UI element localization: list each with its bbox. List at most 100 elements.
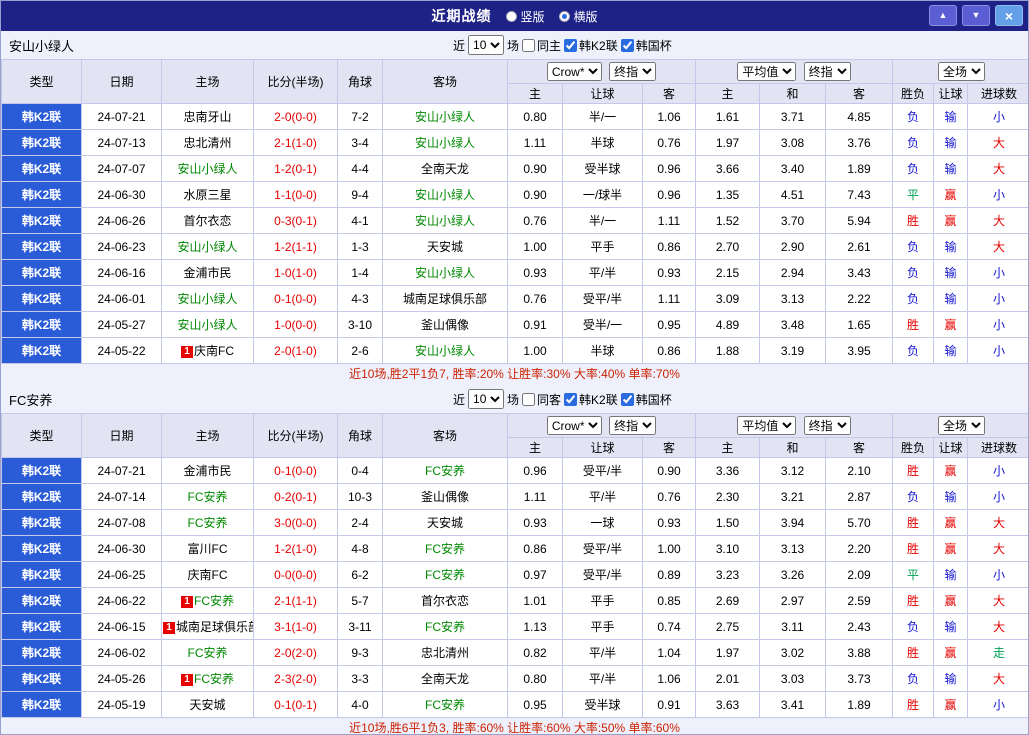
goals-cell: 小 bbox=[967, 457, 1028, 484]
handicap-cell: 平手 bbox=[562, 613, 643, 640]
avg-draw-cell: 3.21 bbox=[759, 483, 826, 510]
avg-draw-cell: 3.02 bbox=[759, 639, 826, 666]
col-result: 胜负 bbox=[892, 83, 935, 104]
move-up-button[interactable]: ▲ bbox=[929, 5, 957, 26]
match-count-select[interactable]: 10 bbox=[468, 389, 505, 409]
home-team-cell: 庆南FC bbox=[161, 561, 254, 588]
same-venue-checkbox[interactable]: 同客 bbox=[522, 391, 561, 408]
odds-company-select[interactable]: Crow* bbox=[546, 62, 602, 81]
handicap-cell: 半/一 bbox=[562, 207, 643, 234]
handicap-cell: 平手 bbox=[562, 587, 643, 614]
corners-cell: 4-0 bbox=[337, 691, 383, 718]
average-select[interactable]: 平均值 bbox=[737, 416, 797, 435]
corners-cell: 5-7 bbox=[337, 587, 383, 614]
average-select[interactable]: 平均值 bbox=[737, 62, 797, 81]
match-row: 韩K2联 24-06-16 金浦市民 1-0(1-0) 1-4 安山小绿人 0.… bbox=[1, 259, 1028, 286]
odds-away-cell: 0.90 bbox=[642, 457, 696, 484]
scope-select[interactable]: 全场 bbox=[938, 62, 986, 81]
odds-company-select[interactable]: Crow* bbox=[546, 416, 602, 435]
league-cup-checkbox-input[interactable] bbox=[620, 392, 634, 406]
score-cell: 1-2(1-0) bbox=[253, 535, 338, 562]
avg-home-cell: 1.97 bbox=[695, 639, 760, 666]
match-row: 韩K2联 24-06-22 1 FC安养 2-1(1-1) 5-7 首尔衣恋 1.… bbox=[1, 587, 1028, 614]
odds-home-cell: 0.76 bbox=[507, 207, 563, 234]
odds-away-cell: 0.86 bbox=[642, 233, 696, 260]
close-button[interactable]: × bbox=[995, 5, 1023, 26]
handicap-result-cell: 赢 bbox=[933, 587, 969, 614]
match-row: 韩K2联 24-06-01 安山小绿人 0-1(0-0) 4-3 城南足球俱乐部… bbox=[1, 285, 1028, 312]
same-venue-checkbox[interactable]: 同主 bbox=[522, 37, 561, 54]
radio-circle-icon bbox=[558, 10, 570, 22]
corners-cell: 4-3 bbox=[337, 285, 383, 312]
handicap-cell: 受半球 bbox=[562, 155, 643, 182]
col-avg-home: 主 bbox=[695, 83, 760, 104]
result-cell: 胜 bbox=[892, 639, 935, 666]
handicap-result-cell: 赢 bbox=[933, 207, 969, 234]
home-team-name: 忠南牙山 bbox=[183, 110, 232, 124]
avg-home-cell: 2.75 bbox=[695, 613, 760, 640]
home-team-name: 庆南FC bbox=[194, 344, 234, 358]
goals-cell: 小 bbox=[967, 483, 1028, 510]
avg-home-cell: 1.61 bbox=[695, 103, 760, 130]
col-avg-away: 客 bbox=[824, 437, 894, 458]
home-team-cell: 安山小绿人 bbox=[161, 311, 254, 338]
score-cell: 0-0(0-0) bbox=[253, 561, 338, 588]
result-cell: 平 bbox=[892, 561, 935, 588]
date-cell: 24-06-22 bbox=[81, 587, 162, 614]
league-cup-checkbox-input[interactable] bbox=[620, 38, 634, 52]
away-team-cell: 全南天龙 bbox=[382, 155, 508, 182]
same-venue-checkbox-input[interactable] bbox=[522, 392, 536, 406]
scope-select[interactable]: 全场 bbox=[938, 416, 986, 435]
away-team-cell: 安山小绿人 bbox=[382, 337, 508, 364]
league-k2-checkbox-input[interactable] bbox=[564, 392, 578, 406]
move-down-button[interactable]: ▼ bbox=[962, 5, 990, 26]
handicap-cell: 受半球 bbox=[562, 691, 643, 718]
league-cell: 韩K2联 bbox=[1, 285, 82, 312]
home-team-name: 安山小绿人 bbox=[177, 292, 238, 306]
avg-draw-cell: 4.51 bbox=[759, 181, 826, 208]
match-rows: 韩K2联 24-07-21 忠南牙山 2-0(0-0) 7-2 安山小绿人 0.… bbox=[1, 103, 1028, 364]
league-k2-checkbox[interactable]: 韩K2联 bbox=[564, 37, 618, 54]
match-row: 韩K2联 24-06-25 庆南FC 0-0(0-0) 6-2 FC安养 0.9… bbox=[1, 561, 1028, 588]
league-k2-checkbox-input[interactable] bbox=[564, 38, 578, 52]
layout-radio-vertical[interactable]: 竖版 bbox=[505, 8, 545, 25]
goals-cell: 小 bbox=[967, 103, 1028, 130]
league-cup-checkbox[interactable]: 韩国杯 bbox=[620, 37, 672, 54]
average-final-select[interactable]: 终指 bbox=[803, 416, 851, 435]
up-arrow-icon: ▲ bbox=[938, 10, 948, 20]
home-team-name: FC安养 bbox=[187, 490, 228, 504]
away-team-cell: 天安城 bbox=[382, 509, 508, 536]
goals-cell: 小 bbox=[967, 337, 1028, 364]
handicap-result-cell: 赢 bbox=[933, 181, 969, 208]
corners-cell: 3-11 bbox=[337, 613, 383, 640]
odds-away-cell: 1.06 bbox=[642, 665, 696, 692]
odds-home-cell: 0.82 bbox=[507, 639, 563, 666]
avg-away-cell: 7.43 bbox=[824, 181, 894, 208]
corners-cell: 9-4 bbox=[337, 181, 383, 208]
league-cell: 韩K2联 bbox=[1, 561, 82, 588]
same-venue-checkbox-input[interactable] bbox=[522, 38, 536, 52]
odds-away-cell: 0.96 bbox=[642, 181, 696, 208]
col-date: 日期 bbox=[81, 413, 162, 458]
score-cell: 0-2(0-1) bbox=[253, 483, 338, 510]
col-goals: 进球数 bbox=[967, 83, 1028, 104]
league-cup-checkbox[interactable]: 韩国杯 bbox=[620, 391, 672, 408]
sections-container: 安山小绿人 近 10 场 同主 韩K2联 韩国杯 类型 日期 主场 比分(半场)… bbox=[1, 31, 1028, 734]
goals-cell: 小 bbox=[967, 561, 1028, 588]
away-team-name: 安山小绿人 bbox=[414, 136, 475, 150]
home-team-cell: 1 FC安养 bbox=[161, 665, 254, 692]
result-cell: 胜 bbox=[892, 207, 935, 234]
avg-away-cell: 3.43 bbox=[824, 259, 894, 286]
col-result-handicap: 让球 bbox=[933, 83, 969, 104]
league-k2-checkbox[interactable]: 韩K2联 bbox=[564, 391, 618, 408]
odds-away-cell: 0.86 bbox=[642, 337, 696, 364]
layout-radio-horizontal[interactable]: 横版 bbox=[558, 8, 598, 25]
goals-cell: 小 bbox=[967, 691, 1028, 718]
handicap-cell: 平手 bbox=[562, 233, 643, 260]
odds-final-select[interactable]: 终指 bbox=[609, 416, 657, 435]
result-cell: 负 bbox=[892, 233, 935, 260]
odds-home-cell: 0.90 bbox=[507, 155, 563, 182]
average-final-select[interactable]: 终指 bbox=[803, 62, 851, 81]
odds-final-select[interactable]: 终指 bbox=[609, 62, 657, 81]
match-count-select[interactable]: 10 bbox=[468, 35, 505, 55]
